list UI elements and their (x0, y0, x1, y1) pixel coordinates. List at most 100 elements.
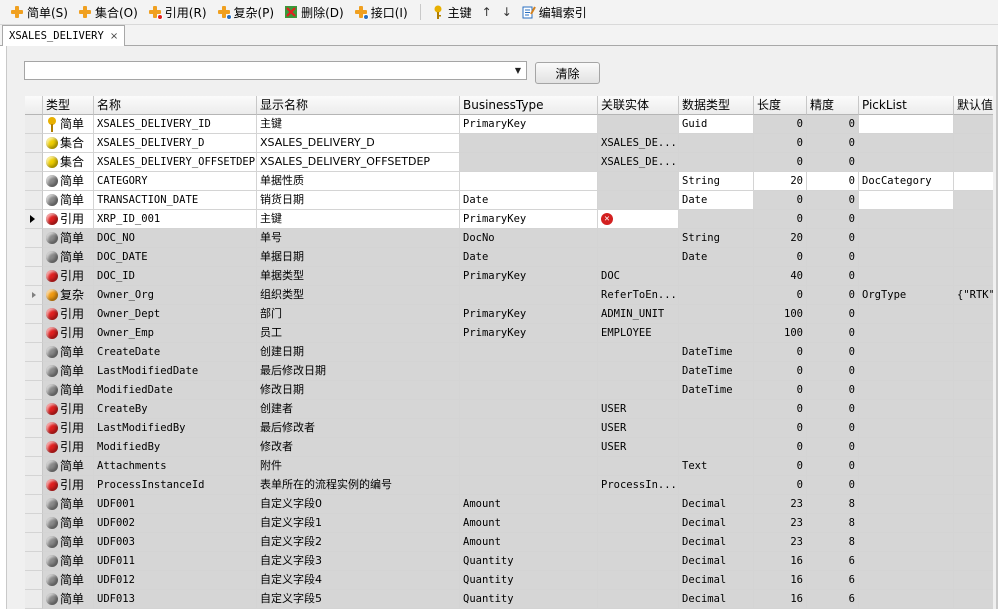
default-value-cell[interactable] (954, 115, 993, 134)
type-cell[interactable]: 简单 (43, 248, 94, 267)
precision-cell[interactable]: 0 (807, 457, 859, 476)
related-entity-cell[interactable] (598, 381, 679, 400)
name-cell[interactable]: Owner_Emp (94, 324, 257, 343)
name-cell[interactable]: XSALES_DELIVERY_OFFSETDEP (94, 153, 257, 172)
default-value-cell[interactable] (954, 419, 993, 438)
default-value-cell[interactable] (954, 533, 993, 552)
data-type-cell[interactable]: String (679, 229, 754, 248)
add-collection-button[interactable]: 集合(O) (74, 2, 142, 23)
precision-cell[interactable]: 0 (807, 210, 859, 229)
business-type-cell[interactable]: DocNo (460, 229, 598, 248)
precision-cell[interactable]: 0 (807, 362, 859, 381)
picklist-cell[interactable] (859, 324, 954, 343)
precision-cell[interactable]: 8 (807, 533, 859, 552)
length-cell[interactable]: 0 (754, 115, 807, 134)
display-name-cell[interactable]: 自定义字段2 (257, 533, 460, 552)
related-entity-cell[interactable]: USER (598, 438, 679, 457)
add-simple-button[interactable]: 简单(S) (6, 2, 72, 23)
add-complex-button[interactable]: 复杂(P) (213, 2, 279, 23)
table-row[interactable]: 集合 XSALES_DELIVERY_D XSALES_DELIVERY_D XSAL… (25, 134, 993, 153)
length-cell[interactable]: 0 (754, 438, 807, 457)
length-cell[interactable]: 16 (754, 571, 807, 590)
default-value-cell[interactable] (954, 552, 993, 571)
related-entity-cell[interactable] (598, 533, 679, 552)
table-row[interactable]: 引用 ProcessInstanceId 表单所在的流程实例的编号 ProcessIn… (25, 476, 993, 495)
precision-cell[interactable]: 0 (807, 115, 859, 134)
data-type-cell[interactable]: String (679, 172, 754, 191)
picklist-cell[interactable] (859, 153, 954, 172)
data-type-cell[interactable] (679, 438, 754, 457)
name-cell[interactable]: Owner_Dept (94, 305, 257, 324)
name-cell[interactable]: XSALES_DELIVERY_ID (94, 115, 257, 134)
related-entity-cell[interactable]: XSALES_DE... (598, 134, 679, 153)
related-entity-cell[interactable]: ReferToEn... (598, 286, 679, 305)
name-cell[interactable]: UDF003 (94, 533, 257, 552)
header-picklist[interactable]: PickList (859, 96, 954, 115)
data-type-cell[interactable] (679, 210, 754, 229)
business-type-cell[interactable] (460, 457, 598, 476)
close-icon[interactable]: × (110, 31, 118, 42)
length-cell[interactable]: 23 (754, 514, 807, 533)
row-indicator[interactable] (25, 362, 43, 381)
precision-cell[interactable]: 0 (807, 286, 859, 305)
type-cell[interactable]: 简单 (43, 381, 94, 400)
length-cell[interactable]: 20 (754, 172, 807, 191)
related-entity-cell[interactable]: ✕ (598, 210, 679, 229)
picklist-cell[interactable] (859, 305, 954, 324)
row-indicator[interactable] (25, 419, 43, 438)
name-cell[interactable]: LastModifiedDate (94, 362, 257, 381)
default-value-cell[interactable] (954, 305, 993, 324)
precision-cell[interactable]: 0 (807, 438, 859, 457)
related-entity-cell[interactable]: ADMIN_UNIT (598, 305, 679, 324)
business-type-cell[interactable]: PrimaryKey (460, 115, 598, 134)
default-value-cell[interactable] (954, 495, 993, 514)
display-name-cell[interactable]: 自定义字段1 (257, 514, 460, 533)
business-type-cell[interactable]: Amount (460, 495, 598, 514)
row-indicator[interactable] (25, 514, 43, 533)
length-cell[interactable]: 0 (754, 286, 807, 305)
precision-cell[interactable]: 8 (807, 495, 859, 514)
length-cell[interactable]: 0 (754, 400, 807, 419)
picklist-cell[interactable] (859, 191, 954, 210)
picklist-cell[interactable] (859, 343, 954, 362)
related-entity-cell[interactable] (598, 172, 679, 191)
precision-cell[interactable]: 0 (807, 343, 859, 362)
default-value-cell[interactable] (954, 438, 993, 457)
header-name[interactable]: 名称 (94, 96, 257, 115)
default-value-cell[interactable] (954, 343, 993, 362)
header-business-type[interactable]: BusinessType (460, 96, 598, 115)
length-cell[interactable]: 0 (754, 210, 807, 229)
business-type-cell[interactable] (460, 381, 598, 400)
default-value-cell[interactable] (954, 248, 993, 267)
data-type-cell[interactable] (679, 286, 754, 305)
row-indicator[interactable] (25, 343, 43, 362)
business-type-cell[interactable] (460, 438, 598, 457)
name-cell[interactable]: ModifiedBy (94, 438, 257, 457)
related-entity-cell[interactable] (598, 362, 679, 381)
table-row[interactable]: 简单 XSALES_DELIVERY_ID 主键 PrimaryKey Guid 0 0 (25, 115, 993, 134)
type-cell[interactable]: 简单 (43, 552, 94, 571)
data-type-cell[interactable]: Guid (679, 115, 754, 134)
display-name-cell[interactable]: 主键 (257, 115, 460, 134)
name-cell[interactable]: XSALES_DELIVERY_D (94, 134, 257, 153)
precision-cell[interactable]: 0 (807, 248, 859, 267)
length-cell[interactable]: 0 (754, 362, 807, 381)
header-data-type[interactable]: 数据类型 (679, 96, 754, 115)
picklist-cell[interactable] (859, 438, 954, 457)
length-cell[interactable]: 0 (754, 153, 807, 172)
table-row[interactable]: 简单 CreateDate 创建日期 DateTime 0 0 (25, 343, 993, 362)
data-type-cell[interactable]: Decimal (679, 533, 754, 552)
type-cell[interactable]: 引用 (43, 267, 94, 286)
business-type-cell[interactable]: Quantity (460, 552, 598, 571)
row-indicator[interactable] (25, 305, 43, 324)
business-type-cell[interactable] (460, 362, 598, 381)
name-cell[interactable]: UDF012 (94, 571, 257, 590)
business-type-cell[interactable]: PrimaryKey (460, 324, 598, 343)
table-row[interactable]: 引用 ModifiedBy 修改者 USER 0 0 (25, 438, 993, 457)
related-entity-cell[interactable]: ProcessIn... (598, 476, 679, 495)
length-cell[interactable]: 20 (754, 229, 807, 248)
table-row[interactable]: 简单 UDF012 自定义字段4 Quantity Decimal 16 6 (25, 571, 993, 590)
row-indicator[interactable] (25, 191, 43, 210)
data-type-cell[interactable]: DateTime (679, 343, 754, 362)
type-cell[interactable]: 简单 (43, 495, 94, 514)
